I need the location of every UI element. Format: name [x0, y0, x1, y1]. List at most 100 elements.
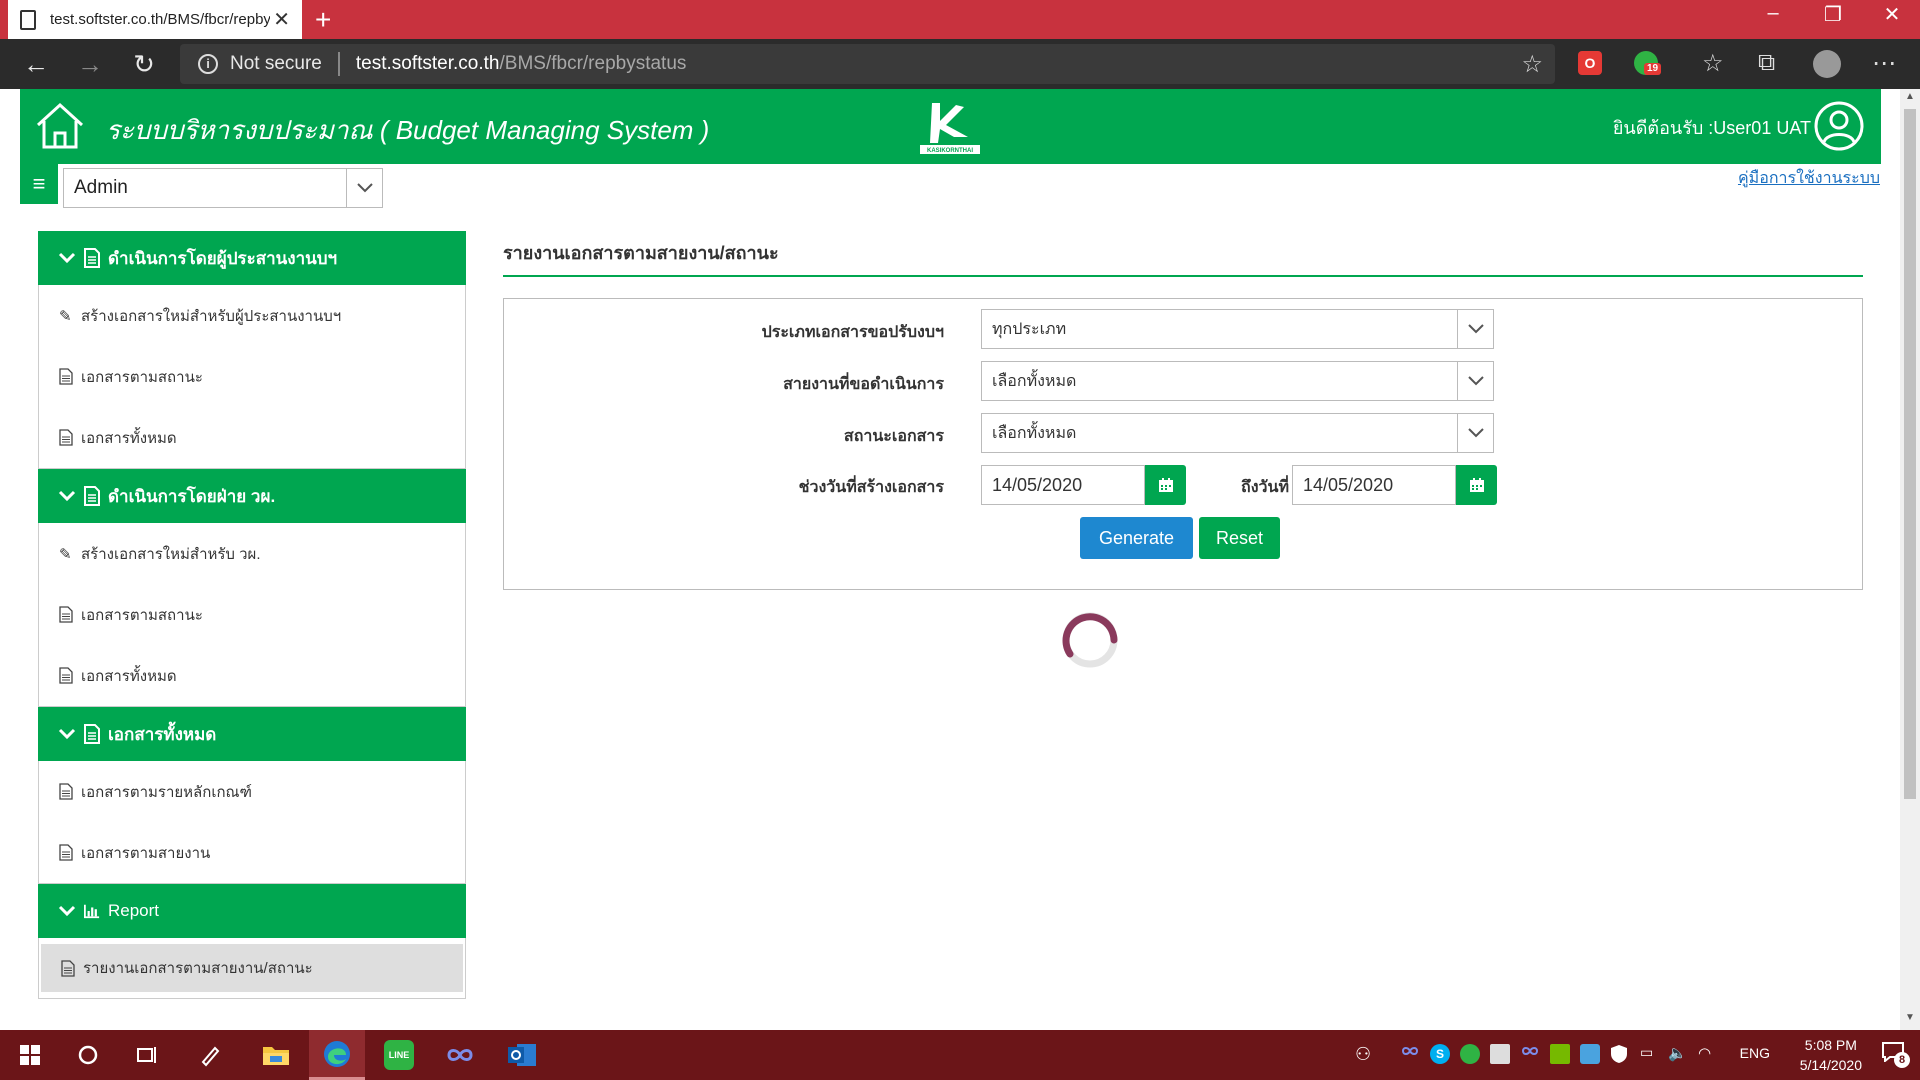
- back-icon[interactable]: ←: [18, 49, 54, 80]
- sidebar-item-create-planning[interactable]: ✎ สร้างเอกสารใหม่สำหรับ วผ.: [39, 523, 465, 584]
- sidebar-item-all-docs[interactable]: เอกสารทั้งหมด: [39, 645, 465, 706]
- pencil-icon: ✎: [59, 308, 72, 325]
- extension-line-icon[interactable]: 19: [1634, 51, 1662, 75]
- role-select[interactable]: Admin: [63, 168, 383, 208]
- start-icon[interactable]: [2, 1030, 58, 1080]
- clock[interactable]: 5:08 PM 5/14/2020: [1800, 1035, 1862, 1075]
- tab-close-icon[interactable]: ✕: [273, 7, 290, 32]
- calendar-icon: [1469, 478, 1484, 492]
- tray-app-icon[interactable]: [1490, 1044, 1510, 1064]
- url-host: test.softster.co.th: [355, 53, 500, 74]
- notification-center-icon[interactable]: 8: [1882, 1042, 1910, 1068]
- user-manual-link[interactable]: คู่มือการใช้งานระบบ: [1738, 166, 1880, 191]
- sidebar-item-docs-by-status[interactable]: เอกสารตามสถานะ: [39, 584, 465, 645]
- refresh-icon[interactable]: ↻: [126, 49, 162, 80]
- defender-shield-icon[interactable]: [1610, 1044, 1630, 1064]
- scrollbar-thumb[interactable]: [1904, 109, 1916, 799]
- reset-button[interactable]: Reset: [1199, 517, 1280, 559]
- sidebar-section-coordinator[interactable]: ดำเนินการโดยผู้ประสานงานบฯ: [38, 231, 466, 285]
- sidebar-item-label: เอกสารทั้งหมด: [81, 667, 177, 685]
- calendar-to-button[interactable]: [1456, 465, 1497, 505]
- date-to-label: ถึงวันที่: [1241, 479, 1289, 496]
- sidebar-item-label: เอกสารตามสถานะ: [81, 368, 203, 386]
- date-to-input[interactable]: 14/05/2020: [1292, 465, 1456, 505]
- address-separator: [337, 52, 340, 76]
- edge-icon[interactable]: [309, 1030, 365, 1080]
- sidebar-item-docs-by-division[interactable]: เอกสารตามสายงาน: [39, 822, 465, 883]
- favorites-list-icon[interactable]: ☆: [1702, 49, 1724, 78]
- doc-type-select[interactable]: ทุกประเภท: [981, 309, 1494, 349]
- more-menu-icon[interactable]: ⋯: [1872, 49, 1896, 78]
- task-view-icon[interactable]: [120, 1030, 176, 1080]
- doc-type-label: ประเภทเอกสารขอปรับงบฯ: [761, 324, 944, 341]
- user-account-icon[interactable]: [1813, 100, 1865, 152]
- window-close-icon[interactable]: ✕: [1872, 2, 1912, 27]
- sidebar-item-label: เอกสารตามสายงาน: [81, 844, 211, 862]
- ink-workspace-icon[interactable]: [182, 1030, 238, 1080]
- nvidia-icon[interactable]: [1550, 1044, 1570, 1064]
- page: ระบบบริหารงบประมาณ ( Budget Managing Sys…: [0, 89, 1920, 1030]
- tray-line-icon[interactable]: [1460, 1044, 1480, 1064]
- collections-icon[interactable]: ⧉: [1758, 49, 1775, 77]
- wifi-icon[interactable]: ◠: [1698, 1044, 1718, 1064]
- chevron-down-icon: [1457, 310, 1493, 348]
- role-select-value: Admin: [74, 177, 128, 198]
- sidebar-section-body: ✎ สร้างเอกสารใหม่สำหรับ วผ. เอกสารตามสถา…: [38, 523, 466, 707]
- tray-infinity-icon[interactable]: [1400, 1044, 1420, 1064]
- extension-opera-icon[interactable]: O: [1578, 51, 1602, 75]
- sidebar-item-docs-by-status[interactable]: เอกสารตามสถานะ: [39, 346, 465, 407]
- chevron-down-icon: [1457, 362, 1493, 400]
- date-from-input[interactable]: 14/05/2020: [981, 465, 1145, 505]
- document-icon: [84, 486, 100, 506]
- browser-tab[interactable]: test.softster.co.th/BMS/fbcr/repbystatus…: [8, 0, 302, 39]
- search-icon[interactable]: [60, 1030, 116, 1080]
- profile-avatar[interactable]: [1813, 50, 1841, 78]
- sidebar-section-body: ✎ สร้างเอกสารใหม่สำหรับผู้ประสานงานบฯ เอ…: [38, 285, 466, 469]
- page-title: รายงานเอกสารตามสายงาน/สถานะ: [503, 243, 779, 263]
- favorite-star-icon[interactable]: ☆: [1521, 50, 1543, 79]
- battery-icon[interactable]: ▭: [1640, 1044, 1660, 1064]
- status-select[interactable]: เลือกทั้งหมด: [981, 413, 1494, 453]
- chevron-down-icon: [58, 252, 76, 264]
- sidebar-section-all-docs[interactable]: เอกสารทั้งหมด: [38, 707, 466, 761]
- sidebar-item-label: เอกสารตามสถานะ: [81, 606, 203, 624]
- sidebar-section-report[interactable]: Report: [38, 884, 466, 938]
- restore-icon[interactable]: ❐: [1813, 2, 1853, 27]
- sidebar-item-docs-by-criteria[interactable]: เอกสารตามรายหลักเกณฑ์: [39, 761, 465, 822]
- skype-icon[interactable]: S: [1430, 1044, 1450, 1064]
- language-indicator[interactable]: ENG: [1740, 1045, 1770, 1061]
- file-explorer-icon[interactable]: [248, 1030, 304, 1080]
- sidebar-section-planning-dept[interactable]: ดำเนินการโดยฝ่าย วผ.: [38, 469, 466, 523]
- generate-button[interactable]: Generate: [1080, 517, 1193, 559]
- outlook-icon[interactable]: [494, 1030, 550, 1080]
- tray-settings-icon[interactable]: [1580, 1044, 1600, 1064]
- calendar-from-button[interactable]: [1145, 465, 1186, 505]
- sidebar-item-label: รายงานเอกสารตามสายงาน/สถานะ: [83, 960, 313, 977]
- address-bar[interactable]: i Not secure test.softster.co.th /BMS/fb…: [180, 44, 1555, 84]
- infinity-app-icon[interactable]: [432, 1030, 488, 1080]
- browser-toolbar: ← → ↻ i Not secure test.softster.co.th /…: [0, 39, 1920, 89]
- line-app-icon[interactable]: LINE: [371, 1030, 427, 1080]
- vertical-scrollbar[interactable]: ▲ ▼: [1900, 89, 1920, 1030]
- info-icon[interactable]: i: [198, 54, 218, 74]
- page-icon: [20, 9, 36, 30]
- calendar-icon: [1158, 478, 1173, 492]
- sidebar-item-all-docs[interactable]: เอกสารทั้งหมด: [39, 407, 465, 468]
- minimize-icon[interactable]: –: [1753, 2, 1793, 25]
- document-icon: [59, 667, 73, 684]
- scroll-up-icon[interactable]: ▲: [1900, 91, 1920, 107]
- sidebar-item-report-by-status[interactable]: รายงานเอกสารตามสายงาน/สถานะ: [41, 944, 463, 992]
- hamburger-menu-icon[interactable]: ≡: [20, 164, 58, 204]
- division-select[interactable]: เลือกทั้งหมด: [981, 361, 1494, 401]
- new-tab-icon[interactable]: +: [315, 4, 331, 36]
- volume-icon[interactable]: 🔈: [1668, 1044, 1688, 1064]
- people-icon[interactable]: ⚇: [1355, 1044, 1375, 1064]
- sidebar-item-create-coordinator[interactable]: ✎ สร้างเอกสารใหม่สำหรับผู้ประสานงานบฯ: [39, 285, 465, 346]
- home-icon[interactable]: [34, 99, 86, 151]
- forward-icon[interactable]: →: [72, 49, 108, 80]
- tray-infinity-icon[interactable]: [1520, 1044, 1540, 1064]
- browser-titlebar: test.softster.co.th/BMS/fbcr/repbystatus…: [0, 0, 1920, 39]
- logo-text: KASIKORNTHAI: [927, 148, 973, 154]
- scroll-down-icon[interactable]: ▼: [1900, 1012, 1920, 1028]
- report-filter-form: ประเภทเอกสารขอปรับงบฯ ทุกประเภท สายงานที…: [503, 298, 1863, 590]
